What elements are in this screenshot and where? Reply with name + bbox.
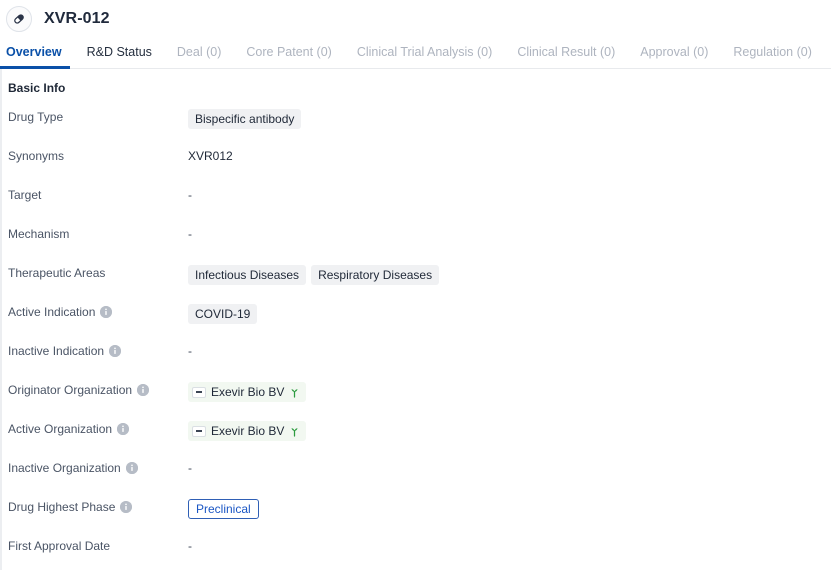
inactive-organization-value: - (188, 461, 192, 475)
field-value: - (188, 459, 831, 476)
field-label-text: Drug Highest Phase (8, 500, 116, 514)
field-label-text: Originator Organization (8, 383, 133, 397)
page-header: XVR-012 (0, 0, 831, 38)
field-value: - (188, 225, 831, 242)
target-value: - (188, 188, 192, 202)
field-label: First Approval Date (2, 537, 188, 554)
field-value: COVID-19 (188, 303, 831, 324)
field-label: Inactive Indication (2, 342, 188, 359)
field-label: Originator Organization (2, 381, 188, 398)
tab-deal[interactable]: Deal (0) (177, 45, 221, 68)
tabbar: Overview R&D Status Deal (0) Core Patent… (0, 38, 831, 69)
tag-drug-type[interactable]: Bispecific antibody (188, 109, 302, 129)
field-label-text: Synonyms (8, 149, 65, 163)
info-icon[interactable] (100, 306, 113, 318)
tag-active-indication[interactable]: COVID-19 (188, 304, 258, 324)
field-row-therapeutic-areas: Therapeutic Areas Infectious Diseases Re… (2, 264, 831, 303)
pill-capsule-icon (6, 6, 32, 32)
field-value: XVR012 (188, 147, 831, 164)
info-icon[interactable] (137, 384, 150, 396)
tag-organization[interactable]: Exevir Bio BV (188, 421, 307, 441)
field-value: - (188, 186, 831, 203)
field-row-mechanism: Mechanism - (2, 225, 831, 264)
field-value: - (188, 537, 831, 554)
tab-regulation[interactable]: Regulation (0) (733, 45, 812, 68)
field-row-inactive-organization: Inactive Organization - (2, 459, 831, 498)
field-row-synonyms: Synonyms XVR012 (2, 147, 831, 186)
inactive-indication-value: - (188, 344, 192, 358)
info-icon[interactable] (120, 501, 133, 513)
field-label-text: Target (8, 188, 42, 202)
tab-clinical-trial-analysis[interactable]: Clinical Trial Analysis (0) (357, 45, 492, 68)
field-label-text: Active Indication (8, 305, 96, 319)
page-title: XVR-012 (44, 10, 110, 27)
field-row-active-indication: Active Indication COVID-19 (2, 303, 831, 342)
synonyms-value: XVR012 (188, 149, 233, 163)
field-label-text: Active Organization (8, 422, 113, 436)
tab-overview[interactable]: Overview (0, 45, 70, 69)
field-row-originator-organization: Originator Organization Exevir Bio BV (2, 381, 831, 420)
phase-badge[interactable]: Preclinical (188, 499, 259, 519)
field-label: Drug Highest Phase (2, 498, 188, 515)
first-approval-date-value: - (188, 539, 192, 553)
field-row-drug-highest-phase: Drug Highest Phase Preclinical (2, 498, 831, 537)
field-value: Bispecific antibody (188, 108, 831, 129)
field-label: Target (2, 186, 188, 203)
organization-name: Exevir Bio BV (211, 385, 285, 399)
field-label-text: Inactive Indication (8, 344, 105, 358)
tag-organization[interactable]: Exevir Bio BV (188, 382, 307, 402)
field-value: Infectious Diseases Respiratory Diseases (188, 264, 831, 285)
organization-name: Exevir Bio BV (211, 424, 285, 438)
field-label: Drug Type (2, 108, 188, 125)
tab-rd-status[interactable]: R&D Status (87, 45, 152, 68)
tab-core-patent[interactable]: Core Patent (0) (246, 45, 331, 68)
field-value: Exevir Bio BV (188, 381, 831, 402)
company-logo-icon (192, 425, 206, 437)
field-label: Mechanism (2, 225, 188, 242)
field-row-drug-type: Drug Type Bispecific antibody (2, 108, 831, 147)
info-icon[interactable] (117, 423, 130, 435)
tab-approval[interactable]: Approval (0) (640, 45, 708, 68)
field-label-text: Therapeutic Areas (8, 266, 106, 280)
field-label: Active Organization (2, 420, 188, 437)
field-value: Preclinical (188, 498, 831, 519)
field-row-target: Target - (2, 186, 831, 225)
field-label-text: Inactive Organization (8, 461, 121, 475)
field-label-text: Drug Type (8, 110, 64, 124)
section-title-basic-info: Basic Info (8, 81, 66, 95)
field-label: Inactive Organization (2, 459, 188, 476)
field-label: Active Indication (2, 303, 188, 320)
sprout-icon (291, 427, 298, 437)
tab-clinical-result[interactable]: Clinical Result (0) (517, 45, 615, 68)
field-value: Exevir Bio BV (188, 420, 831, 441)
field-row-first-approval-date: First Approval Date - (2, 537, 831, 576)
field-label-text: Mechanism (8, 227, 70, 241)
company-logo-icon (192, 386, 206, 398)
tag-therapeutic-area[interactable]: Infectious Diseases (188, 265, 307, 285)
tag-therapeutic-area[interactable]: Respiratory Diseases (311, 265, 440, 285)
overview-panel: Basic Info Drug Type Bispecific antibody… (2, 69, 831, 570)
field-label: Synonyms (2, 147, 188, 164)
info-icon[interactable] (125, 462, 138, 474)
mechanism-value: - (188, 227, 192, 241)
field-label-text: First Approval Date (8, 539, 111, 553)
sprout-icon (291, 388, 298, 398)
field-value: - (188, 342, 831, 359)
field-row-active-organization: Active Organization Exevir Bio BV (2, 420, 831, 459)
field-row-inactive-indication: Inactive Indication - (2, 342, 831, 381)
info-icon[interactable] (109, 345, 122, 357)
body: Basic Info Drug Type Bispecific antibody… (0, 69, 831, 570)
field-label: Therapeutic Areas (2, 264, 188, 281)
